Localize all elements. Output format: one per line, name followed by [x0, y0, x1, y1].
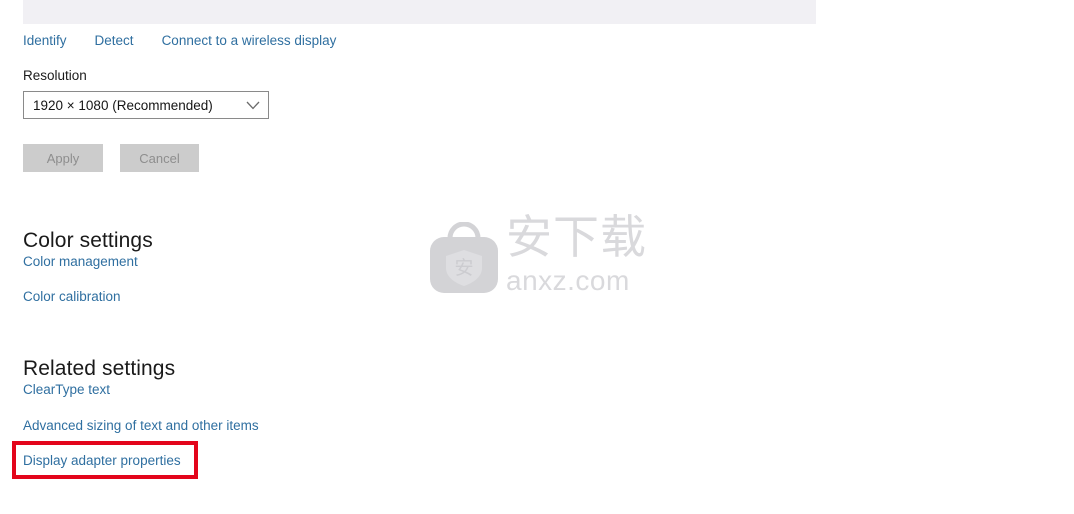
chevron-down-icon [238, 101, 268, 110]
resolution-dropdown[interactable]: 1920 × 1080 (Recommended) [23, 91, 269, 119]
cleartype-text-link[interactable]: ClearType text [23, 381, 110, 398]
watermark-url-text: anxz.com [506, 265, 630, 296]
shield-bag-icon: 安 [430, 222, 498, 293]
resolution-selected-value: 1920 × 1080 (Recommended) [33, 97, 213, 113]
display-actions-row: Identify Detect Connect to a wireless di… [23, 32, 336, 49]
detect-link[interactable]: Detect [95, 32, 134, 49]
identify-link[interactable]: Identify [23, 32, 67, 49]
display-adapter-properties-link[interactable]: Display adapter properties [23, 452, 181, 469]
color-management-link[interactable]: Color management [23, 253, 138, 270]
advanced-sizing-link[interactable]: Advanced sizing of text and other items [23, 417, 259, 434]
apply-button[interactable]: Apply [23, 144, 103, 172]
cancel-button[interactable]: Cancel [120, 144, 199, 172]
related-settings-heading: Related settings [23, 357, 176, 381]
display-preview-strip [23, 0, 816, 24]
color-calibration-link[interactable]: Color calibration [23, 288, 121, 305]
resolution-label: Resolution [23, 68, 87, 83]
watermark-cn-text: 安下载 [506, 210, 647, 264]
watermark: 安 安下载 anxz.com [428, 208, 646, 300]
watermark-text: 安下载 anxz.com [506, 208, 646, 296]
color-settings-heading: Color settings [23, 229, 153, 253]
shield-glyph: 安 [454, 257, 473, 279]
connect-wireless-display-link[interactable]: Connect to a wireless display [162, 32, 337, 49]
